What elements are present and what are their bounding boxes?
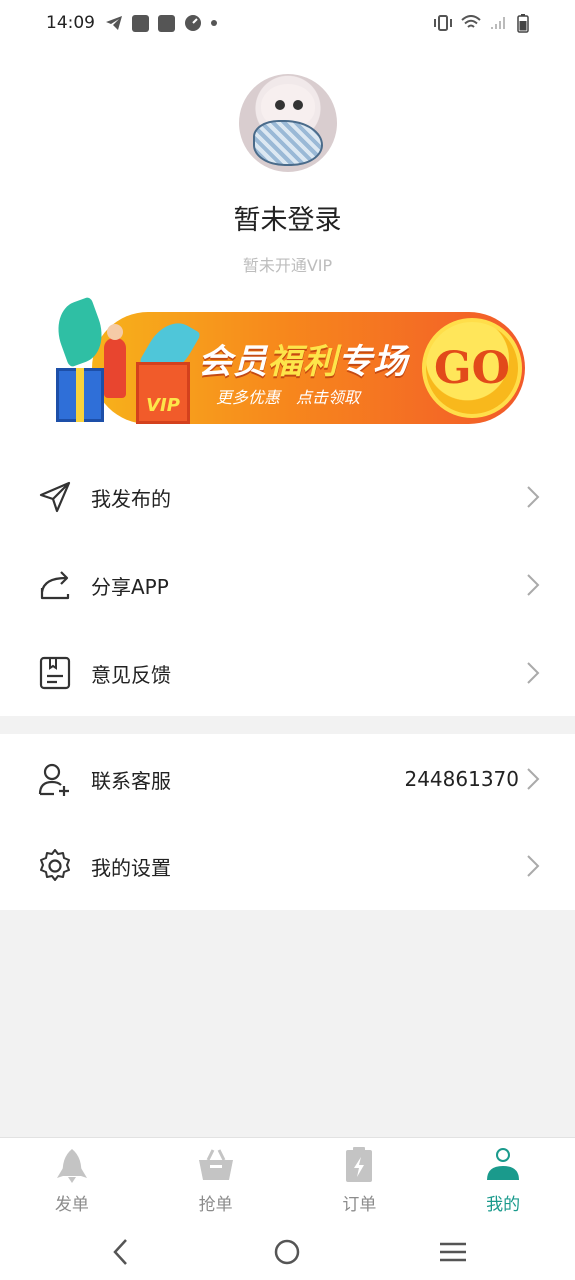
- status-bar: 14:09: [0, 0, 575, 46]
- banner-title: 会员福利专场: [198, 334, 408, 383]
- menu-item-contact-service[interactable]: 联系客服 244861370: [0, 735, 575, 823]
- gear-icon: [40, 849, 70, 881]
- gift-ribbon: [76, 368, 84, 422]
- bag-notification-icon: [158, 14, 175, 32]
- banner-title-highlight: 福利: [268, 342, 338, 382]
- menu-item-settings[interactable]: 我的设置: [0, 822, 575, 910]
- system-status-icons: [433, 13, 529, 33]
- vibrate-icon: [434, 15, 452, 31]
- menu-item-published[interactable]: 我发布的: [0, 453, 575, 541]
- feedback-book-icon: [39, 656, 71, 690]
- chevron-right-icon: [527, 486, 540, 508]
- system-nav-bar: [0, 1224, 575, 1280]
- go-button[interactable]: GO: [422, 318, 522, 418]
- person-head: [107, 324, 123, 340]
- nav-label: 抢单: [198, 1195, 233, 1215]
- notification-icons: [105, 14, 217, 32]
- bottom-nav: 发单 抢单 订单 我的: [0, 1137, 575, 1224]
- wifi-icon: [461, 15, 481, 28]
- banner-subtitle-right: 点击领取: [296, 388, 361, 407]
- vip-gift-box-icon: VIP: [136, 362, 190, 424]
- menu-label: 意见反馈: [91, 662, 171, 687]
- nav-label: 订单: [342, 1195, 377, 1215]
- login-status[interactable]: 暂未登录: [0, 198, 575, 237]
- nav-label: 发单: [54, 1195, 89, 1215]
- menu-label: 我的设置: [91, 855, 171, 880]
- menu-icon[interactable]: [437, 1236, 469, 1268]
- nav-tab-post-order[interactable]: 发单: [0, 1138, 144, 1224]
- signal-icon: [491, 17, 505, 29]
- battery-icon: [517, 14, 529, 33]
- chevron-right-icon: [527, 574, 540, 596]
- avatar-eye: [275, 100, 285, 110]
- banner-title-part1: 会员: [198, 342, 268, 382]
- banner-subtitle-left: 更多优惠: [216, 388, 281, 407]
- chevron-right-icon: [527, 768, 540, 790]
- menu-label: 联系客服: [91, 768, 171, 793]
- avatar-fish: [253, 120, 323, 166]
- chevron-right-icon: [527, 855, 540, 877]
- rocket-icon: [56, 1149, 87, 1183]
- celebrating-person-illustration: [104, 338, 126, 398]
- contact-number: 244861370: [404, 767, 519, 791]
- banner-title-part2: 专场: [338, 342, 408, 382]
- menu-label: 我发布的: [91, 486, 171, 511]
- gauge-icon: [185, 15, 201, 31]
- chevron-right-icon: [527, 662, 540, 684]
- nav-tab-grab-order[interactable]: 抢单: [144, 1138, 288, 1224]
- menu-label: 分享APP: [91, 574, 169, 599]
- avatar-eye: [293, 100, 303, 110]
- more-notifications-dot: [211, 20, 217, 26]
- add-user-icon: [38, 763, 69, 796]
- user-icon: [487, 1148, 520, 1180]
- home-icon[interactable]: [271, 1236, 303, 1268]
- menu-item-feedback[interactable]: 意见反馈: [0, 629, 575, 717]
- nav-label: 我的: [486, 1195, 521, 1215]
- basket-icon: [198, 1149, 233, 1180]
- vip-status: 暂未开通VIP: [242, 256, 333, 275]
- status-time: 14:09: [46, 13, 95, 33]
- nav-tab-mine[interactable]: 我的: [431, 1138, 575, 1224]
- send-icon: [39, 481, 71, 513]
- telegram-icon: [106, 16, 122, 30]
- menu-item-share-app[interactable]: 分享APP: [0, 541, 575, 629]
- banner-subtitle: 更多优惠 点击领取: [216, 384, 360, 408]
- vip-badge: VIP: [146, 395, 180, 416]
- bag-notification-icon: [132, 14, 149, 32]
- back-icon[interactable]: [105, 1236, 137, 1268]
- vip-benefits-banner[interactable]: VIP 会员福利专场 更多优惠 点击领取 GO: [49, 296, 525, 430]
- clipboard-bolt-icon: [346, 1147, 373, 1182]
- section-divider: [0, 716, 575, 734]
- avatar[interactable]: [239, 74, 337, 172]
- share-icon: [40, 571, 70, 600]
- nav-tab-orders[interactable]: 订单: [288, 1138, 432, 1224]
